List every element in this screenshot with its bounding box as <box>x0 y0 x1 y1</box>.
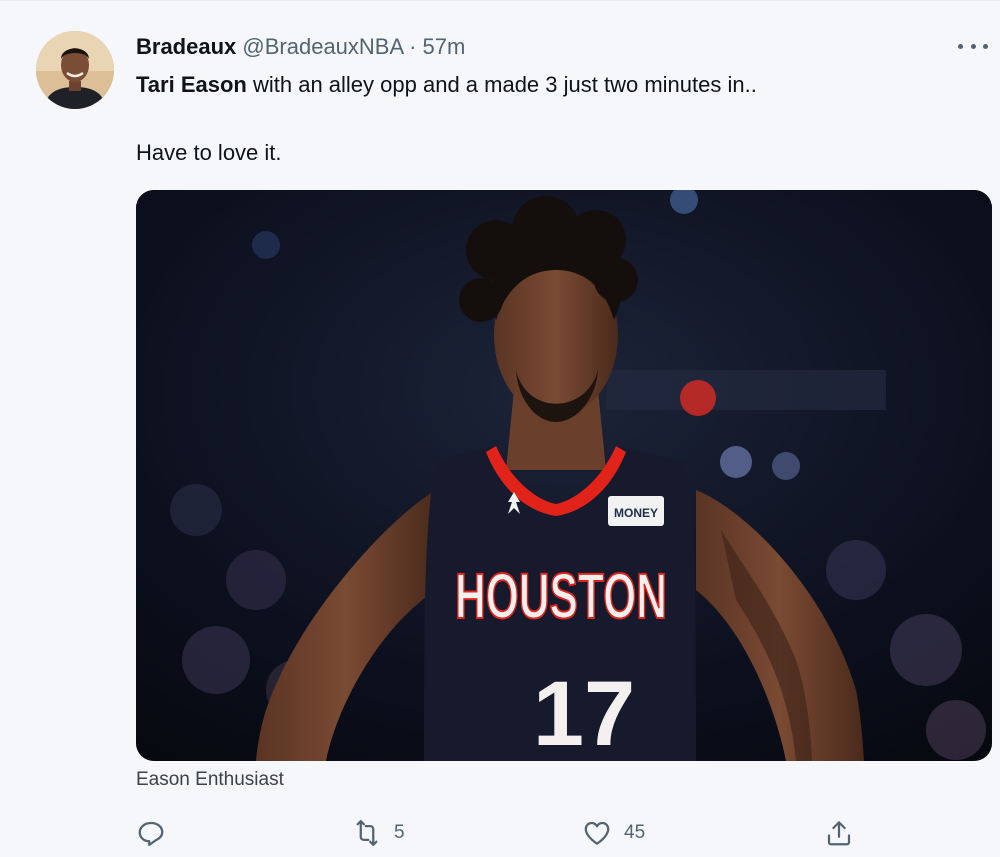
tweet-card[interactable]: Bradeaux @BradeauxNBA · 57m Tari Eason w… <box>0 0 1000 857</box>
reply-icon <box>138 821 164 846</box>
more-icon[interactable] <box>958 35 988 57</box>
user-handle[interactable]: @BradeauxNBA <box>242 34 403 59</box>
tweet-actions: 5 45 <box>136 813 856 853</box>
reply-button[interactable] <box>136 813 166 853</box>
heart-icon <box>584 821 610 845</box>
retweet-icon <box>356 820 378 846</box>
avatar[interactable] <box>36 31 114 109</box>
display-name[interactable]: Bradeaux <box>136 34 236 59</box>
player-photo: MONEY HOUSTON 17 <box>136 190 992 761</box>
media-caption[interactable]: Eason Enthusiast <box>136 769 284 791</box>
tweet-header: Bradeaux @BradeauxNBA · 57m <box>136 33 465 61</box>
avatar-image <box>36 31 114 109</box>
retweet-button[interactable]: 5 <box>352 813 405 853</box>
jersey-text: HOUSTON <box>455 560 667 632</box>
share-button[interactable] <box>824 813 854 853</box>
tweet-text: Tari Eason with an alley opp and a made … <box>136 71 956 165</box>
retweet-count: 5 <box>394 822 405 843</box>
jersey-number: 17 <box>533 663 635 761</box>
like-button[interactable]: 45 <box>582 813 645 853</box>
player-name: Tari Eason <box>136 72 247 97</box>
tweet-media[interactable]: MONEY HOUSTON 17 <box>136 190 992 761</box>
tweet-text-line1: with an alley opp and a made 3 just two … <box>246 72 757 97</box>
tweet-text-line2: Have to love it. <box>136 140 282 165</box>
timestamp[interactable]: 57m <box>423 34 466 59</box>
share-icon <box>827 821 851 846</box>
jersey-patch: MONEY <box>614 506 658 520</box>
like-count: 45 <box>624 822 646 843</box>
header-separator: · <box>409 34 417 59</box>
